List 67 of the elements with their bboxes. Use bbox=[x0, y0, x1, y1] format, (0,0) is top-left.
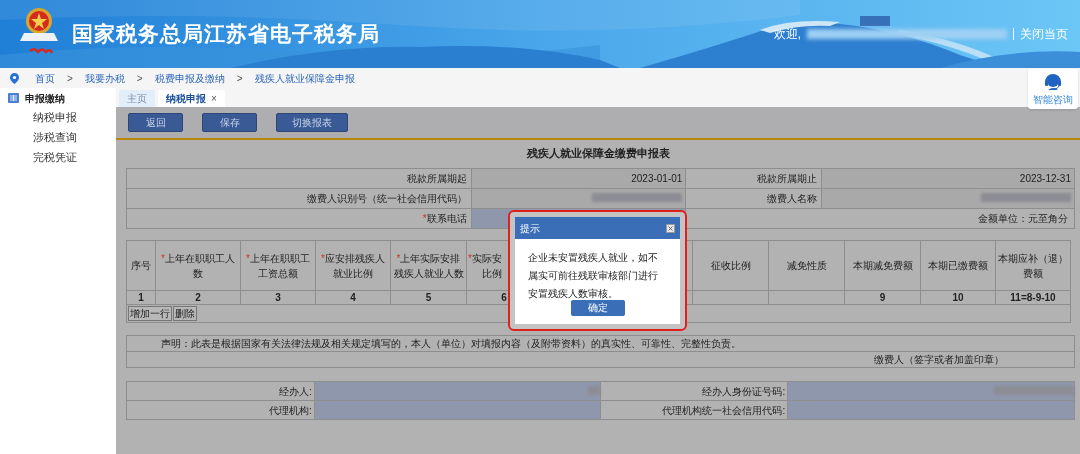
input-field[interactable] bbox=[314, 381, 601, 401]
field-value: 2023-01-01 bbox=[471, 168, 686, 189]
input-field[interactable] bbox=[787, 381, 1075, 401]
headset-agent-icon bbox=[1043, 71, 1063, 92]
tab[interactable]: 主页 bbox=[119, 90, 155, 107]
redacted-value bbox=[588, 385, 601, 395]
sidebar-item[interactable]: 纳税申报 bbox=[0, 108, 116, 128]
column-header: 序号 bbox=[131, 260, 151, 271]
form-title: 残疾人就业保障金缴费申报表 bbox=[525, 146, 671, 161]
column-number: 11=8-9-10 bbox=[1010, 291, 1056, 303]
breadcrumb-link[interactable]: 首页 bbox=[35, 70, 55, 86]
column-number: 4 bbox=[350, 291, 356, 303]
confirm-button[interactable]: 确定 bbox=[570, 300, 625, 316]
field-label: 缴费人名称 bbox=[767, 193, 818, 204]
column-number: 3 bbox=[275, 291, 281, 303]
column-header: *实际安 比例 bbox=[468, 251, 503, 281]
field-label: 缴费人识别号（统一社会信用代码） bbox=[306, 193, 467, 204]
field-label: 经办人: bbox=[279, 385, 312, 397]
dialog-message: 企业未安置残疾人就业，如不属实可前往残联审核部门进行安置残疾人数审核。 bbox=[528, 251, 659, 301]
field-value: 2023-12-31 bbox=[821, 168, 1075, 189]
field-label: 代理机构: bbox=[269, 404, 312, 416]
breadcrumb-separator: > bbox=[67, 71, 73, 86]
column-header: 本期减免费额 bbox=[852, 260, 913, 271]
table-icon bbox=[8, 93, 19, 103]
column-number: 5 bbox=[425, 291, 432, 303]
toolbar-button[interactable]: 保存 bbox=[202, 113, 257, 132]
tab[interactable]: 纳税申报 × bbox=[158, 90, 225, 107]
signature-label: 缴费人（签字或者加盖印章） bbox=[874, 354, 1004, 365]
breadcrumb-link[interactable]: 残疾人就业保障金申报 bbox=[254, 70, 355, 86]
close-icon[interactable]: × bbox=[211, 91, 217, 106]
column-number: 1 bbox=[138, 291, 144, 303]
column-number: 6 bbox=[501, 291, 507, 303]
column-number: 2 bbox=[195, 291, 201, 303]
column-header: 本期应补（退）费额 bbox=[998, 252, 1068, 279]
toolbar-button[interactable]: 切换报表 bbox=[276, 113, 348, 132]
breadcrumb-link[interactable]: 我要办税 bbox=[84, 70, 125, 86]
welcome-text: 欢迎, bbox=[773, 26, 801, 43]
column-header: *上年在职职工人数 bbox=[161, 252, 235, 279]
column-header: 减免性质 bbox=[786, 260, 827, 271]
field-label: 经办人身份证号码: bbox=[702, 385, 786, 397]
column-header: *应安排残疾人就业比例 bbox=[321, 252, 385, 279]
row-button[interactable]: 删除 bbox=[173, 306, 197, 321]
row-button[interactable]: 增加一行 bbox=[128, 306, 172, 321]
column-header: *上年在职职工工资总额 bbox=[246, 252, 310, 279]
field-label: 税款所属期起 bbox=[406, 173, 467, 184]
field-label: *联系电话 bbox=[422, 213, 467, 224]
column-header: 本期已缴费额 bbox=[928, 260, 988, 271]
field-label: 税款所属期止 bbox=[757, 173, 818, 184]
declaration-text: 声明：此表是根据国家有关法律法规及相关规定填写的，本人（单位）对填报内容（及附带资料）的真实性、可靠性、完整性负责。 bbox=[161, 338, 741, 349]
breadcrumb-link[interactable]: 税费申报及缴纳 bbox=[154, 70, 225, 86]
close-icon[interactable] bbox=[666, 223, 675, 233]
column-header: *上年实际安排残疾人就业人数 bbox=[393, 252, 464, 279]
sidebar-section-title[interactable]: 申报缴纳 bbox=[25, 90, 65, 106]
location-pin-icon bbox=[10, 72, 19, 84]
toolbar-button[interactable]: 返回 bbox=[128, 113, 183, 132]
breadcrumb-separator: > bbox=[136, 71, 143, 86]
column-number: 10 bbox=[952, 291, 964, 303]
unit-note: 金额单位：元至角分 bbox=[978, 213, 1068, 224]
assistant-button[interactable]: 智能咨询 bbox=[1028, 69, 1078, 109]
field-label: 代理机构统一社会信用代码: bbox=[662, 404, 786, 416]
site-title: 国家税务总局江苏省电子税务局 bbox=[72, 21, 380, 48]
column-number: 9 bbox=[879, 291, 886, 303]
column-header: 征收比例 bbox=[710, 260, 751, 271]
breadcrumb-separator: > bbox=[236, 71, 243, 86]
dialog-title: 提示 bbox=[520, 221, 540, 236]
sidebar-item[interactable]: 涉税查询 bbox=[0, 128, 116, 148]
sidebar-item[interactable]: 完税凭证 bbox=[0, 148, 116, 168]
